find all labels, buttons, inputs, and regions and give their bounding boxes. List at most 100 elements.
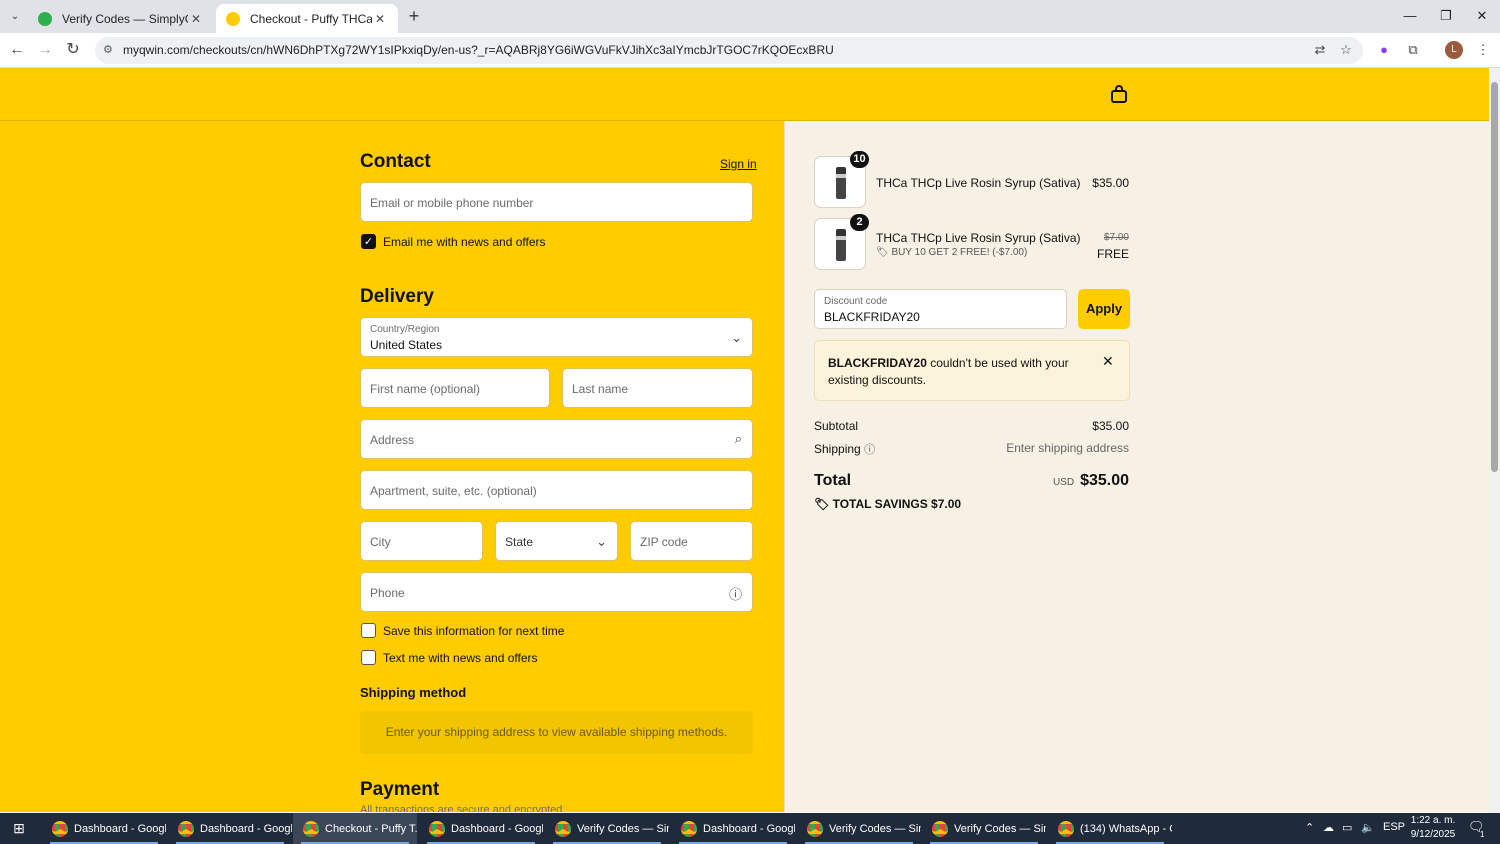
city-placeholder: City xyxy=(370,535,391,549)
browser-tab-simplycodes[interactable]: Verify Codes — SimplyCodes ✕ xyxy=(28,4,214,33)
item-price: $35.00 xyxy=(1092,176,1129,190)
contact-heading: Contact xyxy=(360,151,431,172)
store-header xyxy=(0,68,1489,121)
taskbar-item[interactable]: Verify Codes — Sim... xyxy=(545,813,669,844)
savings-label: TOTAL SAVINGS xyxy=(832,497,928,511)
total-value: $35.00 xyxy=(1080,472,1129,489)
volume-icon[interactable]: 🔈 xyxy=(1361,821,1375,834)
clock-time[interactable]: 1:22 a. m. xyxy=(1408,815,1458,826)
shopping-bag-icon[interactable] xyxy=(1109,84,1129,104)
scrollbar-thumb[interactable] xyxy=(1491,82,1498,472)
notification-count: 1 xyxy=(1480,830,1485,839)
menu-kebab-icon[interactable]: ⋮ xyxy=(1474,41,1492,59)
browser-tab-strip: ⌄ Verify Codes — SimplyCodes ✕ Checkout … xyxy=(0,0,1500,33)
zip-placeholder: ZIP code xyxy=(640,535,688,549)
country-select[interactable]: Country/Region United States ⌄ xyxy=(360,317,753,357)
close-window-icon[interactable]: ✕ xyxy=(1465,6,1499,26)
address-bar[interactable]: ⚙ myqwin.com/checkouts/cn/hWN6DhPTXg72WY… xyxy=(95,37,1363,64)
email-placeholder: Email or mobile phone number xyxy=(370,196,534,210)
item-price: FREE xyxy=(1096,247,1129,261)
close-tab-icon[interactable]: ✕ xyxy=(188,12,204,26)
new-tab-plus-icon[interactable]: + xyxy=(404,6,424,26)
text-news-checkbox[interactable] xyxy=(361,650,376,665)
restore-icon[interactable]: ❐ xyxy=(1429,6,1463,26)
help-circle-icon[interactable]: ⓘ xyxy=(729,584,742,603)
savings-value: $7.00 xyxy=(931,497,962,511)
browser-tab-checkout[interactable]: Checkout - Puffy THCa ✕ xyxy=(216,4,398,33)
discount-tag: 🏷 BUY 10 GET 2 FREE! (-$7.00) xyxy=(876,247,1027,258)
subtotal-value: $35.00 xyxy=(1092,419,1129,433)
total-savings: 🏷 TOTAL SAVINGS $7.00 xyxy=(814,497,961,511)
state-select[interactable]: State ⌄ xyxy=(495,521,618,561)
total-label: Total xyxy=(814,472,852,489)
chevron-down-icon: ⌄ xyxy=(596,534,607,549)
quantity-badge: 2 xyxy=(850,214,869,231)
address-placeholder: Address xyxy=(370,433,415,447)
email-news-checkbox[interactable]: ✓ xyxy=(361,234,376,249)
forward-arrow-icon[interactable]: → xyxy=(35,40,55,60)
phone-field[interactable]: Phone ⓘ xyxy=(360,572,753,612)
discount-code-field[interactable]: Discount code BLACKFRIDAY20 xyxy=(814,289,1067,329)
apply-button[interactable]: Apply xyxy=(1078,289,1130,329)
taskbar-item[interactable]: Verify Codes — Sim... xyxy=(797,813,921,844)
discount-error-banner: BLACKFRIDAY20 couldn't be used with your… xyxy=(814,340,1130,401)
item-name: THCa THCp Live Rosin Syrup (Sativa) xyxy=(876,176,1081,190)
payment-subtext: All transactions are secure and encrypte… xyxy=(360,804,566,812)
simplycodes-favicon-icon xyxy=(38,11,52,26)
reload-icon[interactable]: ↻ xyxy=(63,40,83,60)
taskbar-item[interactable]: Dashboard - Googl... xyxy=(42,813,166,844)
last-name-placeholder: Last name xyxy=(572,382,629,396)
quantity-badge: 10 xyxy=(850,151,869,168)
minimize-icon[interactable]: — xyxy=(1393,6,1427,26)
address-field[interactable]: Address ⌕ xyxy=(360,419,753,459)
network-icon[interactable]: ▭ xyxy=(1342,821,1352,834)
taskbar-item[interactable]: Verify Codes — Sim... xyxy=(922,813,1046,844)
original-price: $7.00 xyxy=(1103,232,1129,243)
clock-date[interactable]: 9/12/2025 xyxy=(1408,829,1458,840)
apartment-placeholder: Apartment, suite, etc. (optional) xyxy=(370,484,537,498)
help-circle-icon[interactable]: ⓘ xyxy=(864,444,875,456)
extension-simplycodes-icon[interactable]: ● xyxy=(1375,41,1393,59)
subtotal-label: Subtotal xyxy=(814,419,859,433)
error-code: BLACKFRIDAY20 xyxy=(828,356,927,370)
bookmark-star-icon[interactable]: ☆ xyxy=(1337,41,1355,59)
puffy-favicon-icon xyxy=(226,11,240,26)
discount-tag-label: BUY 10 GET 2 FREE! (-$7.00) xyxy=(891,247,1028,258)
tray-chevron-up-icon[interactable]: ⌃ xyxy=(1305,821,1314,834)
save-info-checkbox[interactable] xyxy=(361,623,376,638)
search-icon: ⌕ xyxy=(734,431,742,446)
cloud-icon[interactable]: ☁ xyxy=(1323,821,1334,834)
language-indicator[interactable]: ESP xyxy=(1383,821,1405,833)
windows-start-icon[interactable]: ⊞ xyxy=(0,813,38,844)
back-arrow-icon[interactable]: ← xyxy=(7,40,27,60)
last-name-field[interactable]: Last name xyxy=(562,368,753,408)
tag-icon: 🏷 xyxy=(876,247,889,258)
payment-heading: Payment xyxy=(360,779,440,800)
tab-list-chevron-icon[interactable]: ⌄ xyxy=(6,8,24,26)
email-field[interactable]: Email or mobile phone number xyxy=(360,182,753,222)
country-label: Country/Region xyxy=(370,324,440,335)
chevron-down-icon: ⌄ xyxy=(731,330,742,345)
sign-in-link[interactable]: Sign in xyxy=(720,157,757,171)
taskbar-item[interactable]: (134) WhatsApp - G... xyxy=(1048,813,1172,844)
city-field[interactable]: City xyxy=(360,521,483,561)
order-summary-column: 10 THCa THCp Live Rosin Syrup (Sativa) $… xyxy=(784,121,1489,812)
taskbar-item[interactable]: Dashboard - Googl... xyxy=(419,813,543,844)
profile-avatar-icon[interactable]: L xyxy=(1445,41,1463,59)
first-name-placeholder: First name (optional) xyxy=(370,382,481,396)
checkout-page: Contact Sign in Email or mobile phone nu… xyxy=(0,68,1489,812)
url-text: myqwin.com/checkouts/cn/hWN6DhPTXg72WY1s… xyxy=(123,43,834,57)
translate-icon[interactable]: ⇄ xyxy=(1311,41,1329,59)
apartment-field[interactable]: Apartment, suite, etc. (optional) xyxy=(360,470,753,510)
first-name-field[interactable]: First name (optional) xyxy=(360,368,550,408)
page-scrollbar[interactable] xyxy=(1489,68,1500,813)
site-settings-icon[interactable]: ⚙ xyxy=(103,43,113,56)
extensions-puzzle-icon[interactable]: ⧉ xyxy=(1404,41,1422,59)
close-icon[interactable]: ✕ xyxy=(1102,353,1114,370)
zip-field[interactable]: ZIP code xyxy=(630,521,753,561)
taskbar-item[interactable]: Dashboard - Googl... xyxy=(168,813,292,844)
taskbar-item[interactable]: Dashboard - Googl... xyxy=(671,813,795,844)
close-tab-icon[interactable]: ✕ xyxy=(372,12,388,26)
taskbar-item[interactable]: Checkout - Puffy T... xyxy=(293,813,417,844)
shipping-label: Shipping ⓘ xyxy=(814,442,876,456)
